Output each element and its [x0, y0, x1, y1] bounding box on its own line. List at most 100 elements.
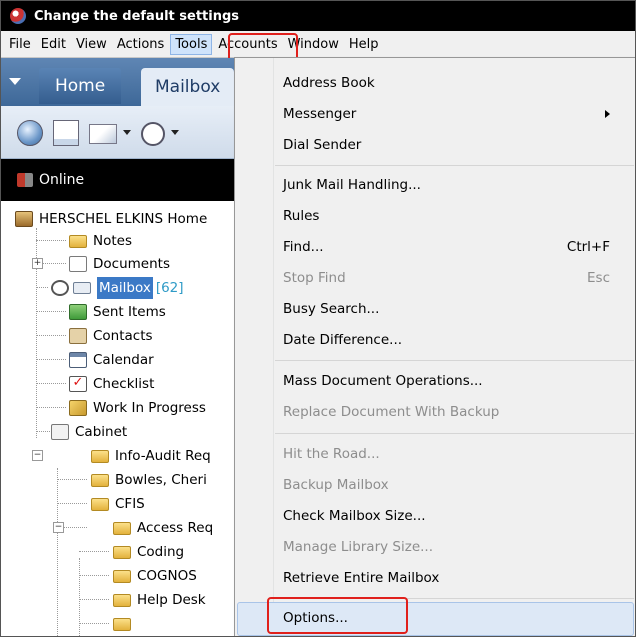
- tree-item-cabinet[interactable]: Cabinet: [51, 421, 127, 443]
- tree-item-coding[interactable]: Coding: [113, 541, 184, 563]
- tree-line: [36, 407, 66, 408]
- tree-item-label: Notes: [93, 233, 132, 249]
- folder-icon: [113, 569, 131, 583]
- menu-separator: [275, 433, 634, 434]
- globe-icon[interactable]: [17, 120, 43, 146]
- home-icon: [15, 211, 33, 227]
- clock-icon[interactable]: [141, 122, 165, 146]
- sent-items-icon: [69, 304, 87, 320]
- tree-item-label: Mailbox: [97, 277, 153, 299]
- folder-icon: [91, 497, 109, 511]
- tree-item-calendar[interactable]: Calendar: [69, 349, 154, 371]
- menu-item-rules[interactable]: Rules: [283, 203, 624, 229]
- tree-line: [36, 311, 66, 312]
- app-window: Change the default settings File Edit Vi…: [0, 0, 636, 637]
- menu-tools[interactable]: Tools: [170, 33, 213, 55]
- tree-line: [79, 623, 109, 624]
- menu-view[interactable]: View: [72, 34, 111, 55]
- menu-item-check-mailbox-size[interactable]: Check Mailbox Size...: [283, 503, 624, 529]
- menu-item-junk-mail[interactable]: Junk Mail Handling...: [283, 172, 624, 198]
- folder-icon: [69, 234, 87, 248]
- tree-line: [57, 468, 58, 636]
- tree-root-label: HERSCHEL ELKINS Home: [39, 211, 208, 227]
- tree-item-label: Sent Items: [93, 304, 166, 320]
- app-icon: [10, 8, 26, 24]
- tree-line: [79, 551, 109, 552]
- menu-item-mass-document-operations[interactable]: Mass Document Operations...: [283, 368, 624, 394]
- menu-item-retrieve-entire-mailbox[interactable]: Retrieve Entire Mailbox: [283, 565, 624, 591]
- menu-item-find[interactable]: Find... Ctrl+F: [283, 234, 624, 260]
- envelope-icon[interactable]: [89, 124, 117, 144]
- tree-item-cognos[interactable]: COGNOS: [113, 565, 197, 587]
- tree-item-mailbox[interactable]: Mailbox [62]: [51, 277, 184, 299]
- tree-item-help-desk[interactable]: Help Desk: [113, 589, 206, 611]
- menu-separator: [275, 360, 634, 361]
- tree-line: [79, 599, 109, 600]
- collapse-icon[interactable]: −: [53, 522, 64, 533]
- menu-item-dial-sender[interactable]: Dial Sender: [283, 132, 624, 158]
- options-highlight-box: [267, 597, 408, 634]
- tree-line: [57, 479, 87, 480]
- documents-icon: [69, 256, 87, 272]
- tree-item-label: Coding: [137, 544, 185, 560]
- menu-separator: [275, 165, 634, 166]
- menu-item-messenger[interactable]: Messenger: [283, 101, 624, 127]
- tree-item-contacts[interactable]: Contacts: [69, 325, 153, 347]
- menu-item-address-book[interactable]: Address Book: [283, 70, 624, 96]
- tree-line: [36, 287, 48, 288]
- tree-item-label: Cabinet: [75, 424, 128, 440]
- collapse-icon[interactable]: −: [32, 450, 43, 461]
- tree-item-partial[interactable]: [113, 613, 137, 635]
- window-title: Change the default settings: [34, 8, 240, 24]
- menu-item-date-difference[interactable]: Date Difference...: [283, 327, 624, 353]
- calendar-icon: [69, 352, 87, 368]
- tree-line: [79, 575, 109, 576]
- menu-file[interactable]: File: [5, 34, 35, 55]
- tree-line: [36, 335, 66, 336]
- folder-icon: [113, 545, 131, 559]
- expand-icon[interactable]: +: [32, 258, 43, 269]
- menu-gutter: [273, 58, 274, 636]
- tree-item-label: Checklist: [93, 376, 155, 392]
- tree-item-cfis[interactable]: CFIS: [91, 493, 145, 515]
- contacts-icon: [69, 328, 87, 344]
- new-document-icon[interactable]: [53, 120, 79, 146]
- menu-item-busy-search[interactable]: Busy Search...: [283, 296, 624, 322]
- shortcut-label: Esc: [587, 270, 610, 286]
- tab-mailbox[interactable]: Mailbox: [141, 68, 235, 106]
- menu-item-label: Stop Find: [283, 270, 346, 286]
- tree-line: [36, 359, 66, 360]
- tree-root[interactable]: HERSCHEL ELKINS Home: [15, 208, 207, 230]
- chevron-down-icon[interactable]: [123, 130, 131, 135]
- ribbon-dropdown-icon[interactable]: [9, 78, 21, 85]
- chevron-down-icon[interactable]: [171, 130, 179, 135]
- menu-item-label: Find...: [283, 239, 324, 255]
- work-in-progress-icon: [69, 400, 87, 416]
- tree-item-access-req[interactable]: Access Req: [113, 517, 213, 539]
- online-icon: [17, 173, 33, 187]
- unread-count: [62]: [155, 280, 184, 296]
- menu-actions[interactable]: Actions: [113, 34, 169, 55]
- tools-dropdown-menu: Address Book Messenger Dial Sender Junk …: [234, 57, 635, 636]
- tree-item-label: CFIS: [115, 496, 145, 512]
- menu-help[interactable]: Help: [345, 34, 383, 55]
- tree-line: [79, 558, 80, 636]
- folder-icon: [113, 617, 131, 631]
- menu-item-label: Messenger: [283, 106, 357, 122]
- menu-item-stop-find: Stop Find Esc: [283, 265, 624, 291]
- menu-edit[interactable]: Edit: [37, 34, 70, 55]
- tab-home[interactable]: Home: [39, 68, 122, 104]
- menu-item-backup-mailbox: Backup Mailbox: [283, 477, 389, 493]
- tree-item-work-in-progress[interactable]: Work In Progress: [69, 397, 206, 419]
- tree-item-sent-items[interactable]: Sent Items: [69, 301, 166, 323]
- online-label: Online: [39, 172, 85, 188]
- tree-item-checklist[interactable]: ✓ Checklist: [69, 373, 154, 395]
- tree-item-documents[interactable]: Documents: [69, 253, 170, 275]
- tree-item-label: COGNOS: [137, 568, 197, 584]
- folder-icon: [91, 449, 109, 463]
- tree-item-notes[interactable]: Notes: [69, 230, 132, 252]
- folder-icon: [91, 473, 109, 487]
- tree-item-bowles-cheri[interactable]: Bowles, Cheri: [91, 469, 207, 491]
- tree-item-info-audit[interactable]: Info-Audit Req: [91, 445, 211, 467]
- shortcut-label: Ctrl+F: [566, 239, 610, 255]
